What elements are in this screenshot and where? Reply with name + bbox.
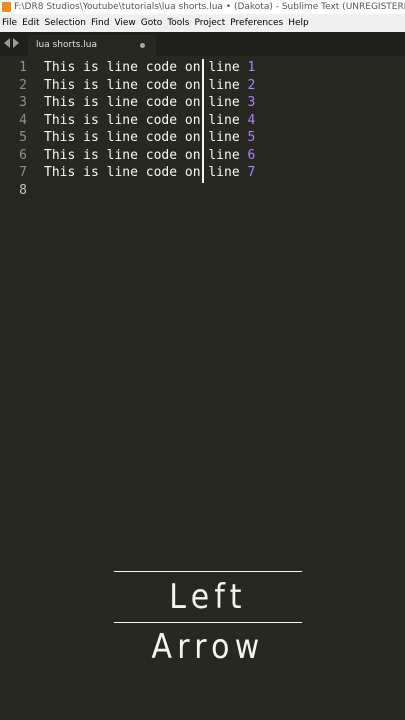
menu-goto[interactable]: Goto — [139, 14, 165, 32]
menu-find[interactable]: Find — [89, 14, 111, 32]
line-number-gutter[interactable]: 1 2 3 4 5 6 7 8 — [0, 56, 36, 720]
code-line[interactable]: This is line code on line 5 — [44, 129, 255, 147]
menu-selection[interactable]: Selection — [43, 14, 88, 32]
line-number: 5 — [19, 130, 27, 145]
code-text: This is line code on line — [44, 165, 248, 180]
sublime-text-icon — [2, 2, 11, 12]
line-number: 4 — [19, 112, 27, 128]
line-number: 7 — [19, 165, 27, 180]
code-text: This is line code on line — [44, 130, 248, 145]
menu-view[interactable]: View — [112, 14, 137, 32]
code-text: This is line code on line — [44, 112, 248, 128]
code-line[interactable]: This is line code on line 4 — [44, 112, 255, 130]
line-number: 1 — [19, 60, 27, 75]
code-line[interactable]: This is line code on line 6 — [44, 147, 255, 165]
code-line[interactable]: This is line code on line 7 — [44, 164, 255, 182]
menu-help[interactable]: Help — [286, 14, 311, 32]
code-line[interactable]: This is line code on line 1 — [44, 59, 255, 77]
code-line[interactable]: This is line code on line 3 — [44, 94, 255, 112]
code-text: This is line code on line — [44, 147, 248, 163]
tab-label: lua shorts.lua — [36, 40, 97, 50]
tab-scroll-right-icon[interactable] — [13, 38, 19, 48]
tab-scroll-left-icon[interactable] — [4, 38, 10, 48]
tab-lua-shorts[interactable]: lua shorts.lua — [28, 35, 156, 56]
line-number: 3 — [19, 95, 27, 110]
menu-project[interactable]: Project — [192, 14, 227, 32]
unsaved-dot-icon[interactable] — [140, 43, 145, 48]
code-number: 7 — [247, 165, 256, 180]
caption-overlay: Left Arrow — [113, 571, 303, 667]
line-number: 8 — [19, 182, 27, 198]
code-line[interactable]: This is line code on line 2 — [44, 77, 255, 95]
code-text: This is line code on line — [44, 77, 248, 93]
line-number: 6 — [19, 147, 27, 163]
code-number: 4 — [247, 112, 256, 128]
menu-tools[interactable]: Tools — [165, 14, 191, 32]
menu-preferences[interactable]: Preferences — [228, 14, 285, 32]
menu-bar: File Edit Selection Find View Goto Tools Projec… — [0, 14, 405, 32]
multi-line-cursor — [202, 59, 204, 183]
menu-file[interactable]: File — [0, 14, 19, 32]
code-number: 3 — [247, 95, 256, 110]
line-number: 2 — [19, 77, 27, 93]
code-text: This is line code on line — [44, 95, 248, 110]
code-number: 6 — [247, 147, 256, 163]
code-number: 5 — [247, 130, 256, 145]
window-title-bar: F:\DR8 Studios\Youtube\tutorials\lua sho… — [0, 0, 405, 14]
code-number: 2 — [247, 77, 256, 93]
window-title: F:\DR8 Studios\Youtube\tutorials\lua sho… — [14, 2, 405, 12]
tab-strip: lua shorts.lua — [0, 32, 405, 56]
menu-edit[interactable]: Edit — [20, 14, 41, 32]
code-text: This is line code on line — [44, 60, 248, 75]
code-number: 1 — [247, 60, 256, 75]
